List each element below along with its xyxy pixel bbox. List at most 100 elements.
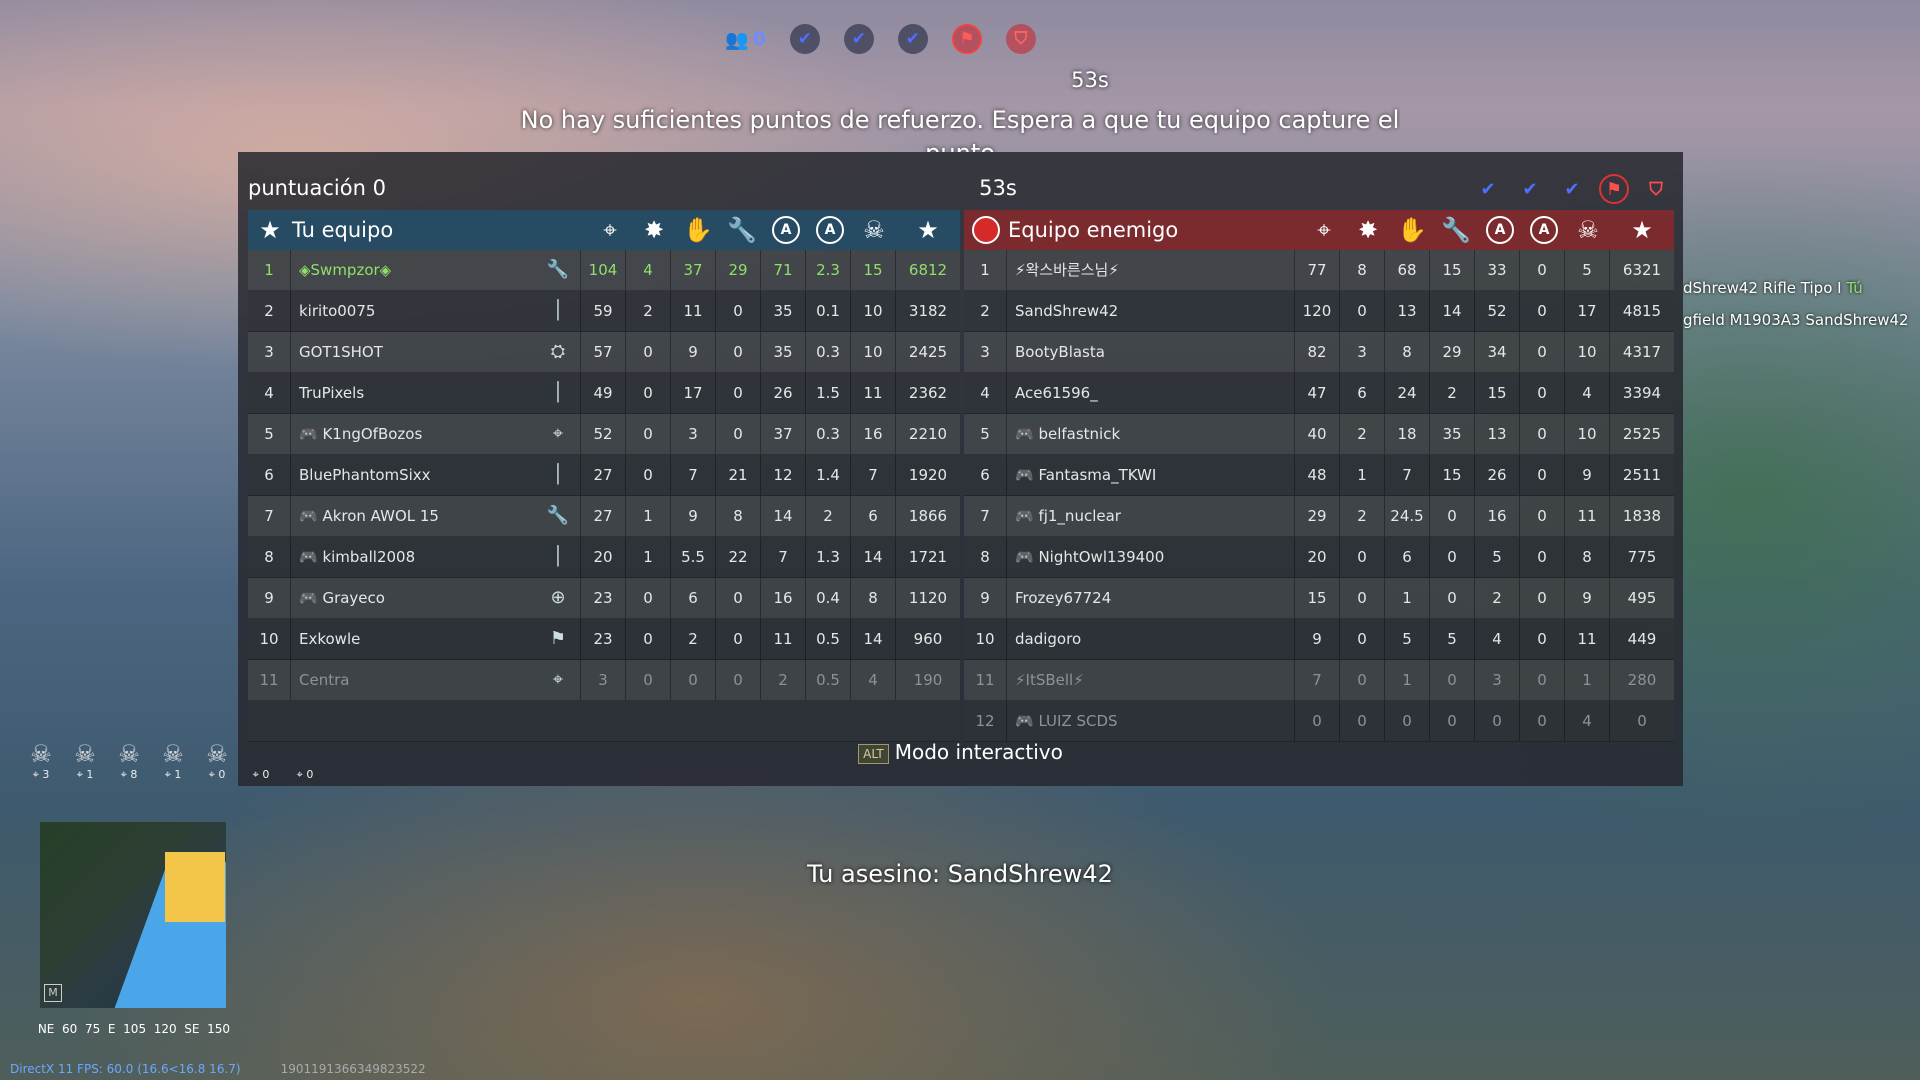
player-row[interactable]: 2 kirito0075 │ 59 2 11 0 35 0.1 10 3182 <box>248 291 960 332</box>
player-row[interactable]: 5 🎮 K1ngOfBozos ⌖ 52 0 3 0 37 0.3 16 2210 <box>248 414 960 455</box>
player-stat: 0 <box>716 291 761 331</box>
player-row[interactable]: 11 Centra ⌖ 3 0 0 0 2 0.5 4 190 <box>248 660 960 701</box>
player-stat: 0 <box>626 455 671 495</box>
rifle-class-icon: │ <box>536 455 581 495</box>
our-team-name: Tu equipo <box>292 218 394 242</box>
panel-timer: 53s <box>979 176 1017 200</box>
player-row[interactable]: 8 🎮 kimball2008 │ 20 1 5.5 22 7 1.3 14 1721 <box>248 537 960 578</box>
player-stat: 0 <box>626 578 671 618</box>
player-row[interactable]: 10 dadigoro 9 0 5 5 4 0 11 449 <box>964 619 1674 660</box>
enemy-shield-icon: ⛉ <box>1005 24 1036 54</box>
player-stat: 0.1 <box>806 291 851 331</box>
target-icon: ⌖ <box>603 216 617 244</box>
player-row[interactable]: 4 TruPixels │ 49 0 17 0 26 1.5 11 2362 <box>248 373 960 414</box>
player-score: 6321 <box>1622 261 1662 279</box>
killfeed-killer: Tú <box>1846 279 1863 297</box>
player-row[interactable]: 5 🎮 belfastnick 40 2 18 35 13 0 10 2525 <box>964 414 1674 455</box>
players-count: 0 <box>752 28 766 50</box>
player-stat: 37 <box>671 250 716 290</box>
player-row[interactable]: 1 ⚡왁스바른스님⚡ 77 8 68 15 33 0 5 6321 <box>964 250 1674 291</box>
player-rank: 9 <box>964 578 1007 618</box>
player-rank: 4 <box>964 373 1007 413</box>
player-row[interactable]: 9 🎮 Grayeco ⊕ 23 0 6 0 16 0.4 8 1120 <box>248 578 960 619</box>
player-row[interactable]: 7 🎮 fj1_nuclear 29 2 24.5 0 16 0 11 1838 <box>964 496 1674 537</box>
player-stat: 29 <box>716 250 761 290</box>
player-stat: 0 <box>626 332 671 372</box>
player-stat: 0.4 <box>806 578 851 618</box>
player-name: 🎮 Grayeco <box>299 589 385 607</box>
player-row[interactable]: 3 BootyBlasta 82 3 8 29 34 0 10 4317 <box>964 332 1674 373</box>
player-row[interactable]: 12 🎮 LUIZ SCDS 0 0 0 0 0 0 4 0 <box>964 701 1674 742</box>
rifle-class-icon: │ <box>536 537 581 577</box>
player-stat: 10 <box>1565 414 1610 454</box>
player-stat: 26 <box>761 373 806 413</box>
player-stat: 82 <box>1295 332 1340 372</box>
scoreboard-panel: puntuación 0 53s ✔ ✔ ✔ ⚑ ⛉ ★ Tu equipo ⌖… <box>238 152 1683 786</box>
player-rank: 10 <box>248 619 291 659</box>
squad-count: 0 <box>262 768 270 781</box>
squad-class-icon: ⚑ <box>536 619 581 659</box>
player-stat: 48 <box>1295 455 1340 495</box>
player-stat: 0 <box>1520 537 1565 577</box>
player-stat: 0 <box>1430 701 1475 741</box>
player-row[interactable]: 10 Exkowle ⚑ 23 0 2 0 11 0.5 14 960 <box>248 619 960 660</box>
player-stat: 71 <box>761 250 806 290</box>
alt-key: ALT <box>858 743 889 764</box>
shield-icon: ⛉ <box>1649 178 1663 200</box>
player-stat: 0 <box>1520 701 1565 741</box>
a-icon: A <box>808 210 852 250</box>
player-stat: 15 <box>851 250 896 290</box>
our-team-rows: 1 ◈Swmpzor◈ 🔧 104 4 37 29 71 2.3 15 6812 2 kirito007… <box>248 250 960 742</box>
player-score: 2511 <box>1622 466 1662 484</box>
flag-b-check-icon: ✔ <box>843 24 874 54</box>
player-stat: 20 <box>581 537 626 577</box>
player-row[interactable]: 6 BluePhantomSixx │ 27 0 7 21 12 1.4 7 1920 <box>248 455 960 496</box>
player-rank: 4 <box>248 373 291 413</box>
killfeed-killer: SandShrew42 <box>1805 311 1909 329</box>
player-stat: 7 <box>851 455 896 495</box>
player-row[interactable]: 2 SandShrew42 120 0 13 14 52 0 17 4815 <box>964 291 1674 332</box>
player-score: 0 <box>1637 712 1647 730</box>
player-row[interactable]: 11 ⚡ItSBell⚡ 7 0 1 0 3 0 1 280 <box>964 660 1674 701</box>
player-stat: 10 <box>1565 332 1610 372</box>
player-stat: 52 <box>581 414 626 454</box>
player-row[interactable]: 7 🎮 Akron AWOL 15 🔧 27 1 9 8 14 2 6 1866 <box>248 496 960 537</box>
player-stat: 8 <box>1385 332 1430 372</box>
objective-bar: 👥 0 ✔ ✔ ✔ ⚑ ⛉ <box>725 24 1036 54</box>
player-stat: 0 <box>1295 701 1340 741</box>
interactive-mode-hint[interactable]: ALT Modo interactivo <box>238 740 1683 764</box>
player-name: Frozey67724 <box>1007 578 1295 618</box>
minimap[interactable]: M <box>40 822 226 1008</box>
squad-member: ☠⌖ 0 <box>296 768 314 781</box>
player-stat: 0.5 <box>806 619 851 659</box>
player-row[interactable]: 9 Frozey67724 15 0 1 0 2 0 9 495 <box>964 578 1674 619</box>
player-stat: 0 <box>1430 496 1475 536</box>
player-row[interactable]: 6 🎮 Fantasma_TKWI 48 1 7 15 26 0 9 2511 <box>964 455 1674 496</box>
player-score: 1838 <box>1622 507 1662 525</box>
player-name: 🎮 fj1_nuclear <box>1007 496 1295 536</box>
player-stat: 0 <box>1520 496 1565 536</box>
shield-a-icon: A <box>764 210 808 250</box>
player-name: 🎮 Fantasma_TKWI <box>1007 455 1295 495</box>
player-stat: 27 <box>581 496 626 536</box>
player-row[interactable]: 4 Ace61596_ 47 6 24 2 15 0 4 3394 <box>964 373 1674 414</box>
compass: NE 60 75 E 105 120 SE 150 <box>34 1022 234 1036</box>
panel-flags: ✔ ✔ ✔ ⚑ ⛉ <box>1473 174 1671 204</box>
players-icon: 👥 <box>725 28 749 51</box>
killfeed: dShrew42 Rifle Tipo I Tú gfield M1903A3 … <box>1683 272 1920 336</box>
tank-class-icon: ⛭ <box>536 332 581 372</box>
squad-count: 8 <box>130 768 138 781</box>
player-stat: 4 <box>1565 373 1610 413</box>
player-stat: 0 <box>1340 578 1385 618</box>
player-rank: 8 <box>964 537 1007 577</box>
player-row[interactable]: 8 🎮 NightOwl139400 20 0 6 0 5 0 8 775 <box>964 537 1674 578</box>
player-row[interactable]: 1 ◈Swmpzor◈ 🔧 104 4 37 29 71 2.3 15 6812 <box>248 250 960 291</box>
player-stat: 0 <box>626 619 671 659</box>
player-stat: 120 <box>1295 291 1340 331</box>
killfeed-victim: gfield M1903A3 <box>1683 311 1801 329</box>
player-stat: 0 <box>1520 250 1565 290</box>
player-stat: 20 <box>1295 537 1340 577</box>
player-row[interactable]: 3 GOT1SHOT ⛭ 57 0 9 0 35 0.3 10 2425 <box>248 332 960 373</box>
player-stat: 3 <box>581 660 626 700</box>
player-stat: 24 <box>1385 373 1430 413</box>
